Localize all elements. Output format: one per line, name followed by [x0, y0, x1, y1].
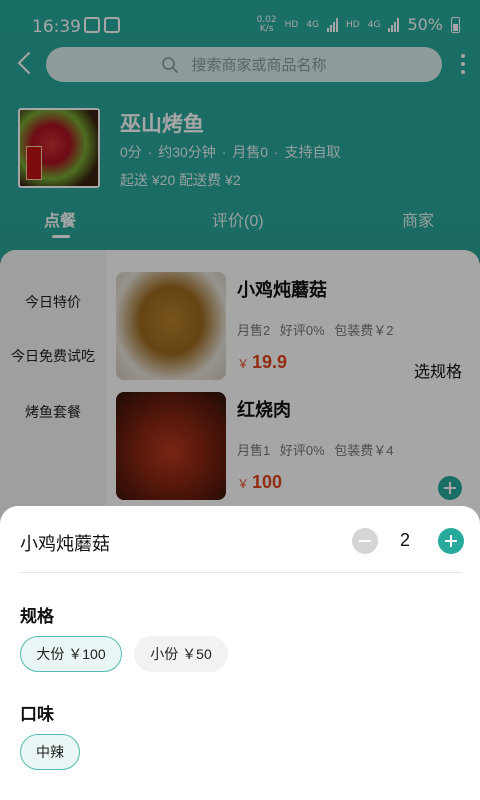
spec-option-small[interactable]: 小份 ￥50 — [134, 636, 228, 672]
decrease-quantity-icon[interactable] — [352, 528, 378, 554]
spec-bottom-sheet: 小鸡炖蘑菇 2 规格 大份 ￥100 小份 ￥50 口味 中辣 — [0, 506, 480, 800]
app: 16:39 0.02 K/s HD 4G HD 4G 50% 搜索商家或商品名称… — [0, 0, 480, 800]
increase-quantity-icon[interactable] — [438, 528, 464, 554]
flavor-section-title: 口味 — [20, 705, 54, 724]
sheet-dish-name: 小鸡炖蘑菇 — [20, 534, 110, 554]
spec-section-title: 规格 — [20, 607, 54, 626]
spec-option-large[interactable]: 大份 ￥100 — [20, 636, 122, 672]
flavor-option-medium-spicy[interactable]: 中辣 — [20, 734, 80, 770]
quantity-value: 2 — [400, 530, 411, 550]
divider — [20, 572, 462, 573]
